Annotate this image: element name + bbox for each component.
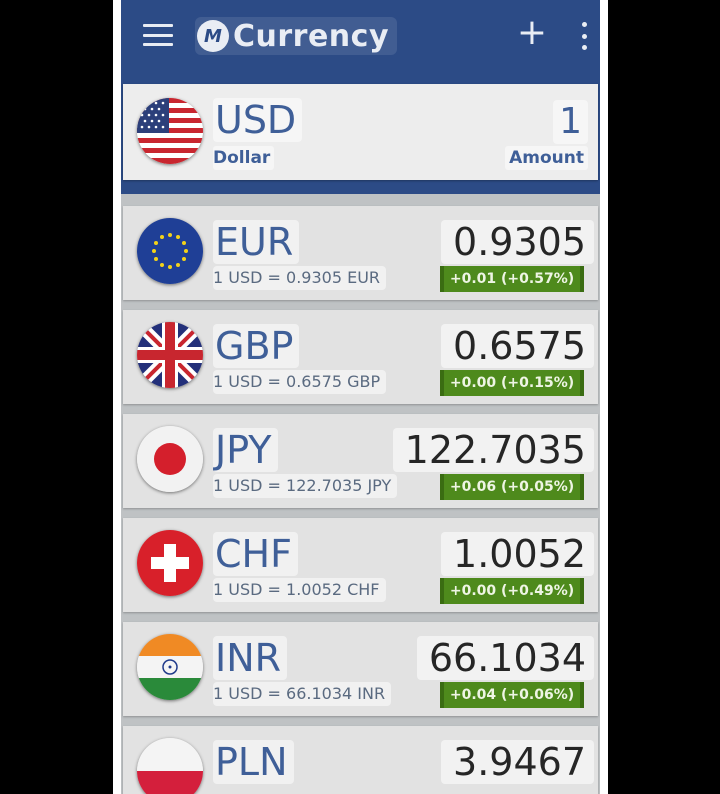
rate-value: 122.7035 — [392, 428, 594, 472]
amount-label: Amount — [505, 146, 588, 170]
change-badge: +0.00 (+0.49%) — [440, 578, 584, 604]
conversion-text: 1 USD = 0.6575 GBP — [213, 370, 387, 394]
more-options-icon[interactable] — [579, 22, 589, 50]
swiss-flag-icon — [137, 530, 203, 596]
rate-value: 3.9467 — [441, 740, 594, 784]
logo-icon: M — [197, 20, 229, 52]
change-badge: +0.00 (+0.15%) — [440, 370, 584, 396]
us-flag-icon — [137, 98, 203, 164]
rate-row-gbp[interactable]: GBP 1 USD = 0.6575 GBP 0.6575 +0.00 (+0.… — [123, 310, 598, 404]
rate-row-pln[interactable]: PLN 3.9467 — [123, 726, 598, 794]
rates-list: EUR 1 USD = 0.9305 EUR 0.9305 +0.01 (+0.… — [123, 206, 598, 794]
currency-code: INR — [213, 636, 288, 680]
rate-row-chf[interactable]: CHF 1 USD = 1.0052 CHF 1.0052 +0.00 (+0.… — [123, 518, 598, 612]
conversion-text: 1 USD = 66.1034 INR — [213, 682, 392, 706]
conversion-text: 1 USD = 1.0052 CHF — [213, 578, 386, 602]
rate-row-jpy[interactable]: JPY 1 USD = 122.7035 JPY 122.7035 +0.06 … — [123, 414, 598, 508]
change-badge: +0.06 (+0.05%) — [440, 474, 584, 500]
currency-code: PLN — [213, 740, 294, 784]
base-currency-code: USD — [213, 98, 303, 142]
currency-code: CHF — [213, 532, 298, 576]
phone-frame-right — [600, 0, 608, 794]
conversion-text: 1 USD = 122.7035 JPY — [213, 474, 398, 498]
currency-code: EUR — [213, 220, 300, 264]
rate-value: 0.9305 — [441, 220, 594, 264]
uk-flag-icon — [137, 322, 203, 388]
rate-value: 0.6575 — [441, 324, 594, 368]
poland-flag-icon — [137, 738, 203, 794]
rate-row-inr[interactable]: INR 1 USD = 66.1034 INR 66.1034 +0.04 (+… — [123, 622, 598, 716]
change-badge: +0.04 (+0.06%) — [440, 682, 584, 708]
add-currency-icon[interactable]: + — [516, 15, 548, 51]
currency-code: GBP — [213, 324, 300, 368]
hamburger-menu-icon[interactable] — [143, 22, 173, 48]
phone-frame-left — [113, 0, 121, 794]
rate-value: 1.0052 — [441, 532, 594, 576]
conversion-text: 1 USD = 0.9305 EUR — [213, 266, 387, 290]
japan-flag-icon — [137, 426, 203, 492]
amount-value[interactable]: 1 — [553, 100, 588, 144]
eu-flag-icon — [137, 218, 203, 284]
change-badge: +0.01 (+0.57%) — [440, 266, 584, 292]
phone-screen: M Currency + USD Dollar 1 Amount EUR 1 U… — [113, 0, 608, 794]
app-title: Currency — [233, 18, 390, 54]
india-flag-icon — [137, 634, 203, 700]
base-currency-name: Dollar — [213, 146, 275, 170]
app-logo: M Currency — [195, 17, 398, 55]
rate-row-eur[interactable]: EUR 1 USD = 0.9305 EUR 0.9305 +0.01 (+0.… — [123, 206, 598, 300]
currency-code: JPY — [213, 428, 278, 472]
base-currency-card[interactable]: USD Dollar 1 Amount — [123, 84, 598, 180]
rate-value: 66.1034 — [416, 636, 594, 680]
